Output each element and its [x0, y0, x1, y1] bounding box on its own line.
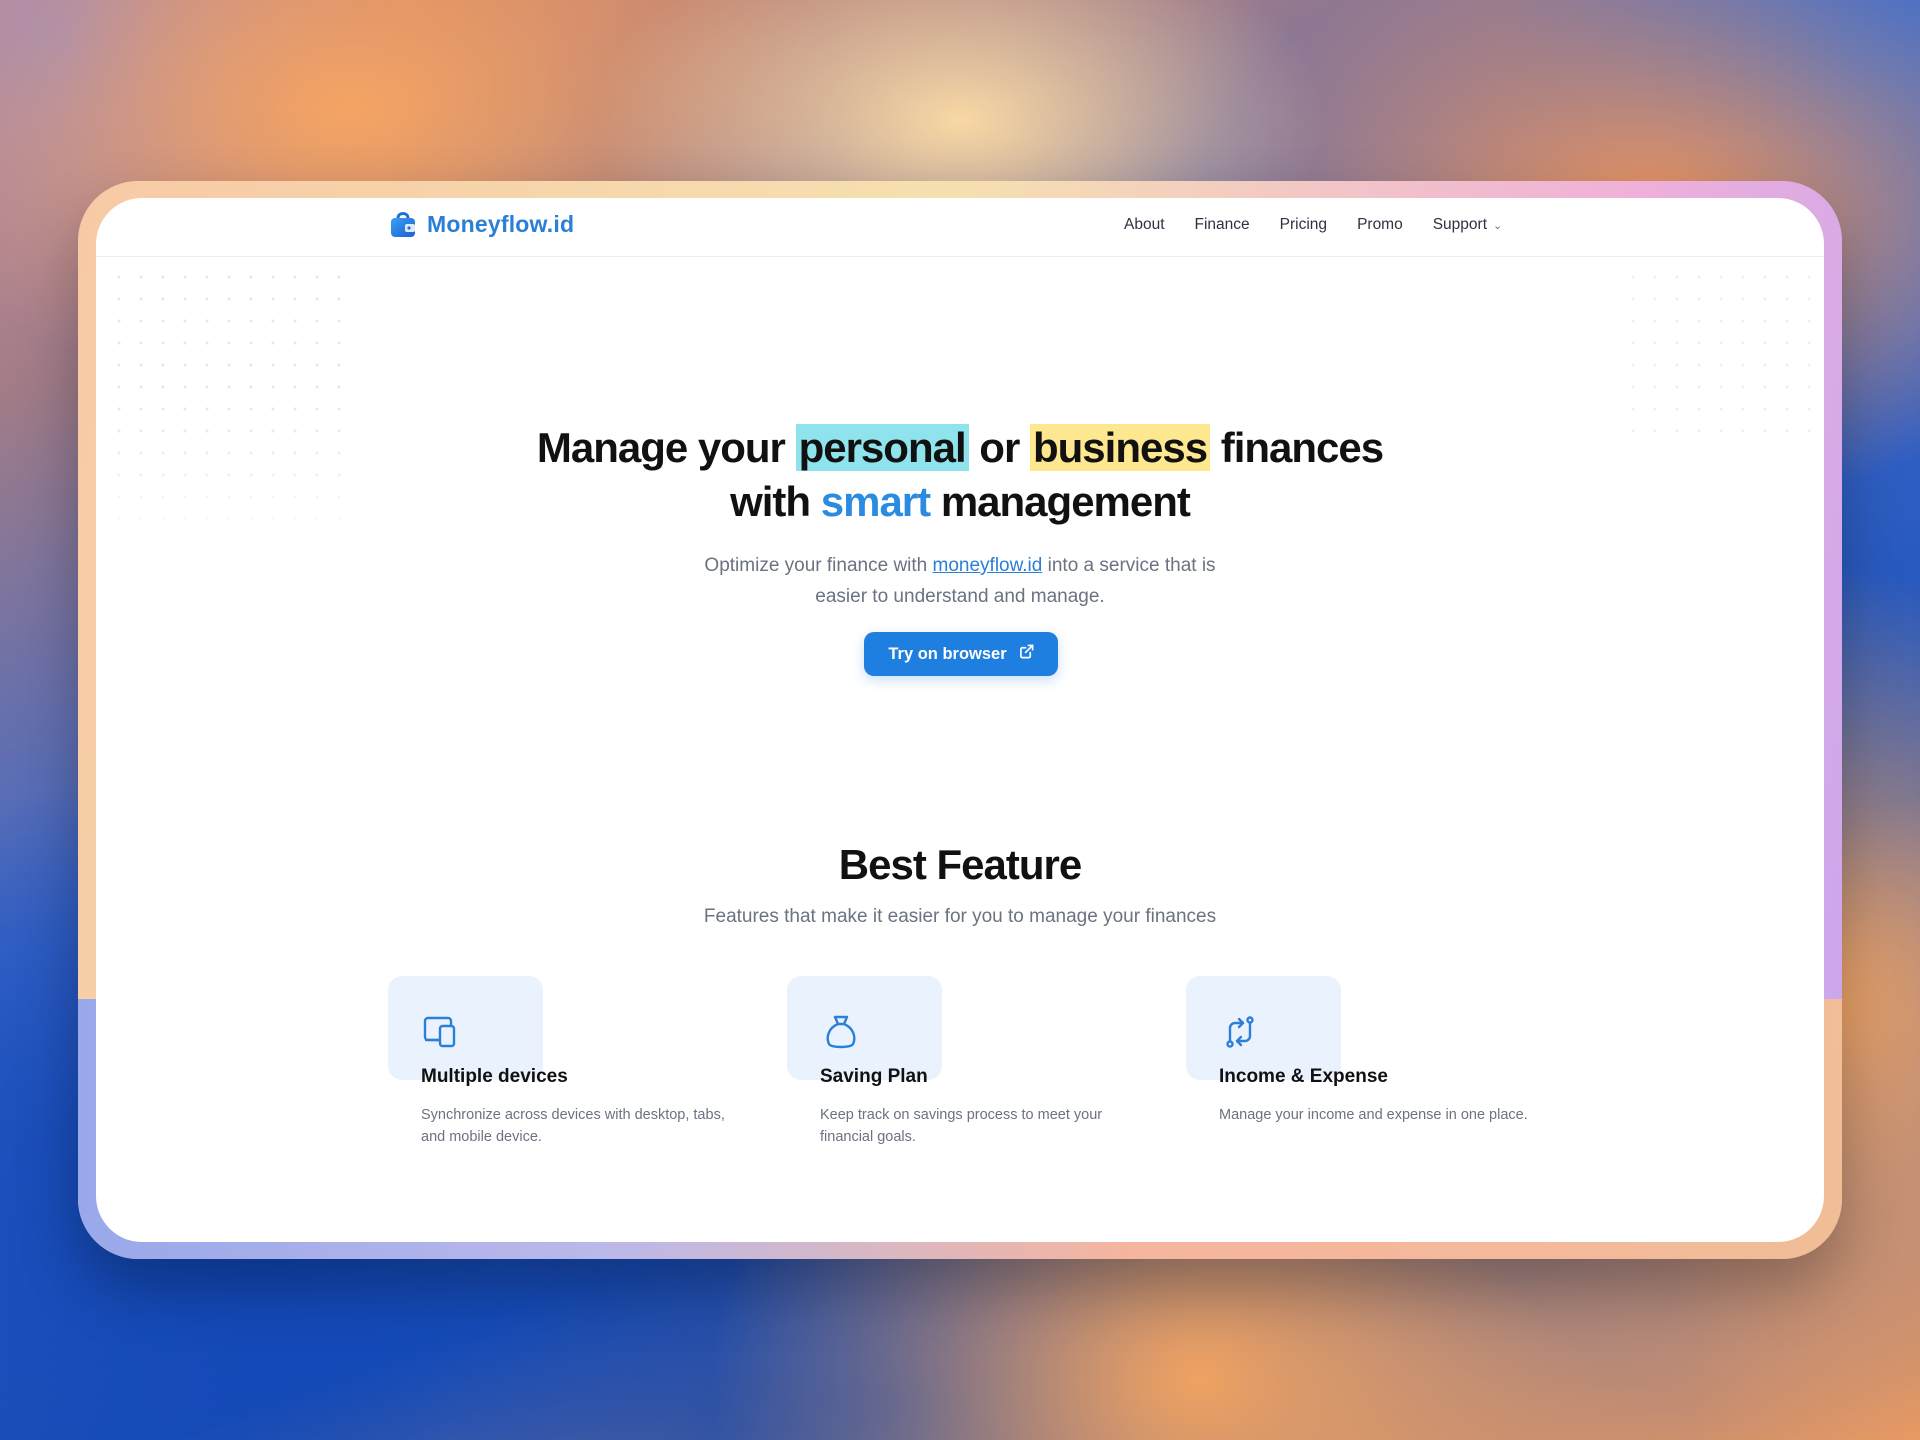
highlight-personal: personal	[795, 424, 969, 471]
money-bag-icon	[821, 1012, 861, 1052]
feature-card-saving-plan: Saving Plan Keep track on savings proces…	[787, 976, 1127, 1145]
wallet-bag-icon	[389, 209, 417, 239]
dot-pattern-right	[1622, 266, 1812, 436]
feature-description: Manage your income and expense in one pl…	[1219, 1107, 1528, 1123]
feature-icon-tile	[388, 976, 543, 1080]
try-on-browser-button[interactable]: Try on browser	[864, 632, 1058, 676]
highlight-business: business	[1029, 424, 1211, 471]
nav-item-support[interactable]: Support ⌄	[1433, 216, 1503, 234]
hero-subtitle-text: into a service that is	[1042, 555, 1216, 576]
nav-menu: About Finance Pricing Promo Support ⌄	[1124, 216, 1502, 234]
navbar: Moneyflow.id About Finance Pricing Promo…	[96, 198, 1824, 257]
hero-subtitle-line2: easier to understand and manage.	[815, 586, 1105, 607]
brand-logo[interactable]: Moneyflow.id	[389, 209, 574, 239]
chevron-down-icon: ⌄	[1493, 220, 1503, 232]
feature-card-multiple-devices: Multiple devices Synchronize across devi…	[388, 976, 728, 1145]
feature-card-income-expense: Income & Expense Manage your income and …	[1186, 976, 1528, 1123]
features-subtitle: Features that make it easier for you to …	[703, 906, 1217, 927]
browser-window: Moneyflow.id About Finance Pricing Promo…	[96, 198, 1824, 1242]
hero-title-text: with	[730, 478, 821, 525]
features-title: Best Feature	[838, 841, 1082, 888]
feature-name: Income & Expense	[1219, 1066, 1388, 1087]
exchange-arrows-icon	[1220, 1012, 1260, 1052]
nav-item-about[interactable]: About	[1124, 216, 1165, 234]
feature-description: Keep track on savings process to meet yo…	[820, 1107, 1103, 1145]
feature-name: Multiple devices	[421, 1066, 568, 1087]
hero-title-line1: Manage your personal or business finance…	[96, 421, 1824, 475]
hero-title: Manage your personal or business finance…	[96, 421, 1824, 529]
nav-item-pricing[interactable]: Pricing	[1280, 216, 1327, 234]
hero-title-line2: with smart management	[96, 475, 1824, 529]
hero-title-text: finances	[1210, 424, 1384, 471]
nav-item-support-label: Support	[1432, 216, 1488, 233]
feature-name: Saving Plan	[820, 1066, 928, 1087]
hero-title-text: management	[930, 478, 1191, 525]
external-link-icon	[1019, 644, 1034, 664]
hero-subtitle: Optimize your finance with moneyflow.id …	[96, 550, 1824, 612]
devices-icon	[422, 1012, 462, 1052]
cta-label: Try on browser	[888, 644, 1007, 663]
hero-title-text: or	[968, 424, 1030, 471]
nav-item-finance[interactable]: Finance	[1195, 216, 1250, 234]
feature-icon-tile	[787, 976, 942, 1080]
moneyflow-link[interactable]: moneyflow.id	[933, 555, 1043, 576]
feature-description: Synchronize across devices with desktop,…	[421, 1107, 725, 1145]
hero-title-text: Manage your	[536, 424, 796, 471]
hero-subtitle-text: Optimize your finance with	[704, 555, 933, 576]
nav-item-promo[interactable]: Promo	[1357, 216, 1403, 234]
accent-smart: smart	[820, 478, 931, 525]
feature-icon-tile	[1186, 976, 1341, 1080]
brand-name: Moneyflow.id	[427, 210, 575, 237]
